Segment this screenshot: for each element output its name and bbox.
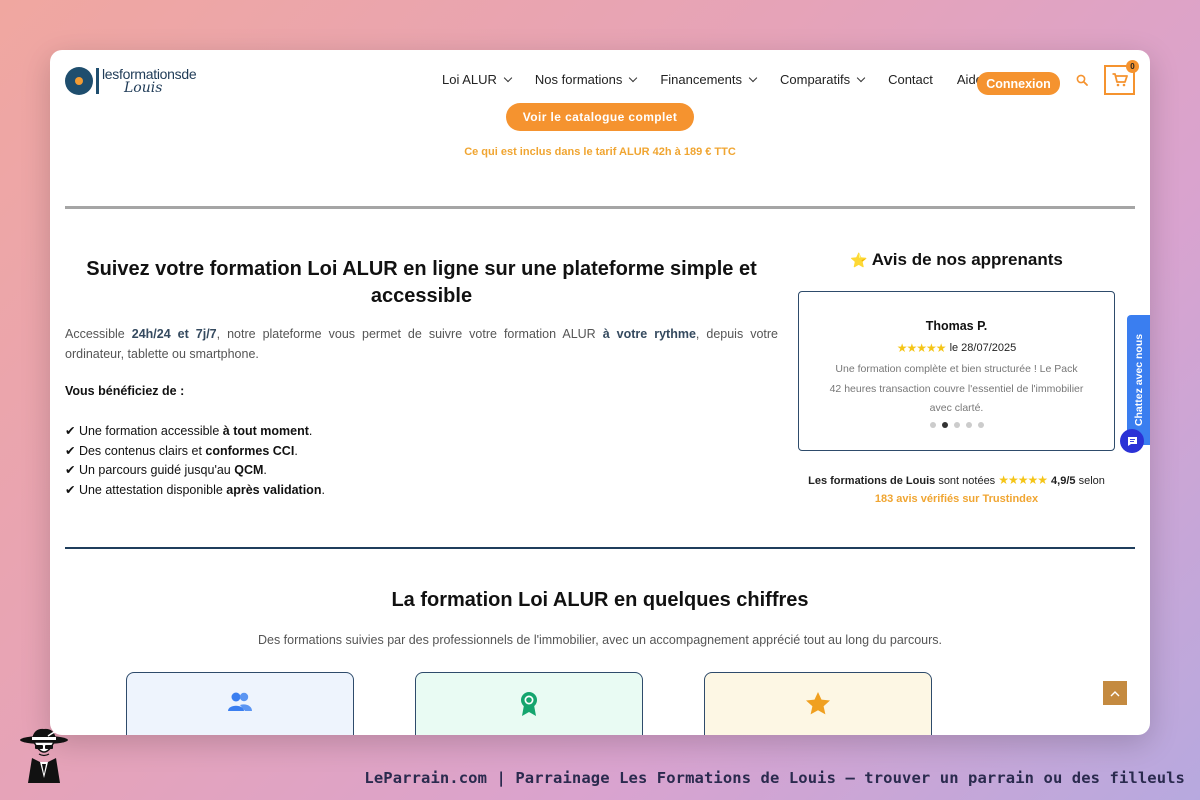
star-icon: ⭐ (850, 252, 868, 268)
nav-item-label: Comparatifs (780, 72, 851, 87)
benefits-list: ✔ Une formation accessible à tout moment… (65, 422, 325, 500)
chiffres-subtitle: Des formations suivies par des professio… (257, 633, 942, 647)
logo-text-bottom: Louis (124, 80, 163, 96)
score-mid: sont notées (938, 475, 996, 487)
carousel-dot[interactable] (929, 421, 936, 428)
benefit-suffix: . (294, 443, 298, 458)
chevron-down-icon (503, 73, 513, 83)
cart-icon (1112, 73, 1128, 87)
stat-card-quality (415, 672, 643, 735)
benefit-bold: à tout moment (222, 424, 309, 438)
nav-item-loi-alur[interactable]: Loi ALUR (442, 72, 513, 87)
platform-title: Suivez votre formation Loi ALUR en ligne… (86, 258, 757, 307)
chat-icon (1127, 436, 1137, 446)
chevron-up-icon (1110, 690, 1120, 696)
reviews-title-text: Avis de nos apprenants (871, 250, 1063, 269)
list-item: ✔ Une formation accessible à tout moment… (65, 422, 325, 442)
list-item: ✔ Une attestation disponible après valid… (65, 481, 325, 501)
nav-item-comparatifs[interactable]: Comparatifs (780, 72, 866, 87)
para-mid: , notre plateforme vous permet de suivre… (216, 327, 603, 341)
benefit-suffix: . (321, 482, 325, 497)
reviews-title: ⭐ Avis de nos apprenants (798, 250, 1115, 270)
section-divider (65, 547, 1135, 549)
carousel-dot[interactable] (977, 421, 984, 428)
review-card: Thomas P. ★★★★★ le 28/07/2025 Une format… (798, 291, 1115, 451)
para-bold-rhythm: à votre rythme (602, 327, 696, 341)
benefits-title: Vous bénéficiez de : (65, 384, 185, 398)
cart-button[interactable]: 0 (1104, 60, 1139, 95)
benefit-bold: après validation (226, 482, 322, 497)
chiffres-title: La formation Loi ALUR en quelques chiffr… (391, 589, 809, 611)
benefit-prefix: ✔ Des contenus clairs et (65, 443, 206, 458)
trustindex-link[interactable]: 183 avis vérifiés sur Trustindex (798, 493, 1115, 505)
benefit-prefix: ✔ Une attestation disponible (65, 482, 227, 497)
review-rating: ★★★★★ le 28/07/2025 (799, 341, 1114, 355)
carousel-dot[interactable] (965, 421, 972, 428)
list-item: ✔ Des contenus clairs et conformes CCI. (65, 442, 325, 462)
benefit-bold: conformes CCI (205, 443, 295, 458)
list-item: ✔ Un parcours guidé jusqu'au QCM. (65, 461, 325, 481)
benefit-suffix: . (308, 424, 313, 438)
nav-item-nos-formations[interactable]: Nos formations (534, 72, 638, 87)
logo-disc-icon (65, 67, 93, 95)
nav-item-label: Loi ALUR (442, 72, 497, 87)
chat-tab[interactable]: Chattez avec nous (1127, 315, 1150, 445)
nav-item-financements[interactable]: Financements (660, 72, 758, 87)
score-value: 4,9/5 (1051, 475, 1076, 487)
cart-count-badge: 0 (1126, 60, 1139, 73)
chevron-down-icon (629, 73, 638, 83)
main-nav: Loi ALUR Nos formations Financements Com… (442, 72, 1007, 87)
users-icon (228, 692, 252, 711)
review-text: Une formation complète et bien structuré… (829, 363, 1084, 414)
score-stars-icon: ★★★★★ (998, 473, 1048, 487)
carousel-dots (799, 421, 1114, 428)
nav-item-contact[interactable]: Contact (888, 72, 933, 87)
nav-item-label: Contact (888, 72, 933, 87)
carousel-dot[interactable] (953, 421, 960, 428)
search-icon[interactable] (1076, 74, 1088, 86)
para-prefix: Accessible (65, 327, 132, 341)
section-divider (65, 206, 1135, 209)
chat-tab-label: Chattez avec nous (1132, 333, 1145, 427)
stat-card-learners (126, 672, 354, 735)
logo-text-top: lesformationsde (102, 66, 197, 82)
overall-score: Les formations de Louis sont notées ★★★★… (798, 473, 1115, 487)
login-button[interactable]: Connexion (977, 72, 1060, 95)
score-brand: Les formations de Louis (808, 475, 936, 487)
reviewer-name: Thomas P. (925, 319, 988, 333)
platform-paragraph: Accessible 24h/24 et 7j/7, notre platefo… (65, 325, 778, 364)
included-link[interactable]: Ce qui est inclus dans le tarif ALUR 42h… (50, 146, 1150, 158)
footer-caption: LeParrain.com | Parrainage Les Formation… (364, 769, 1185, 787)
nav-item-label: Financements (660, 72, 742, 87)
catalogue-button[interactable]: Voir le catalogue complet (506, 103, 694, 131)
logo-text: lesformationsde Louis (102, 66, 197, 96)
chevron-down-icon (748, 73, 758, 83)
benefit-bold: QCM (234, 463, 264, 478)
benefit-suffix: . (263, 463, 267, 478)
score-suffix: selon (1078, 475, 1105, 487)
rating-stars-icon: ★★★★★ (896, 341, 947, 355)
para-bold-availability: 24h/24 et 7j/7 (131, 327, 217, 341)
review-date: le 28/07/2025 (949, 342, 1017, 354)
logo-bar (96, 68, 99, 94)
chat-bubble-button[interactable] (1120, 429, 1144, 453)
site-logo[interactable]: lesformationsde Louis (65, 66, 197, 96)
mascot-logo-icon (20, 728, 68, 783)
benefit-prefix: ✔ Une formation accessible (65, 424, 223, 438)
nav-item-label: Nos formations (534, 72, 623, 87)
chevron-down-icon (856, 73, 866, 83)
browser-window: lesformationsde Louis Loi ALUR Nos forma… (50, 50, 1150, 735)
award-icon (521, 692, 537, 716)
benefit-prefix: ✔ Un parcours guidé jusqu'au (65, 463, 235, 478)
scroll-to-top-button[interactable] (1103, 681, 1127, 705)
carousel-dot-active[interactable] (941, 421, 948, 428)
stat-card-rating (704, 672, 932, 735)
star-icon (806, 692, 830, 715)
